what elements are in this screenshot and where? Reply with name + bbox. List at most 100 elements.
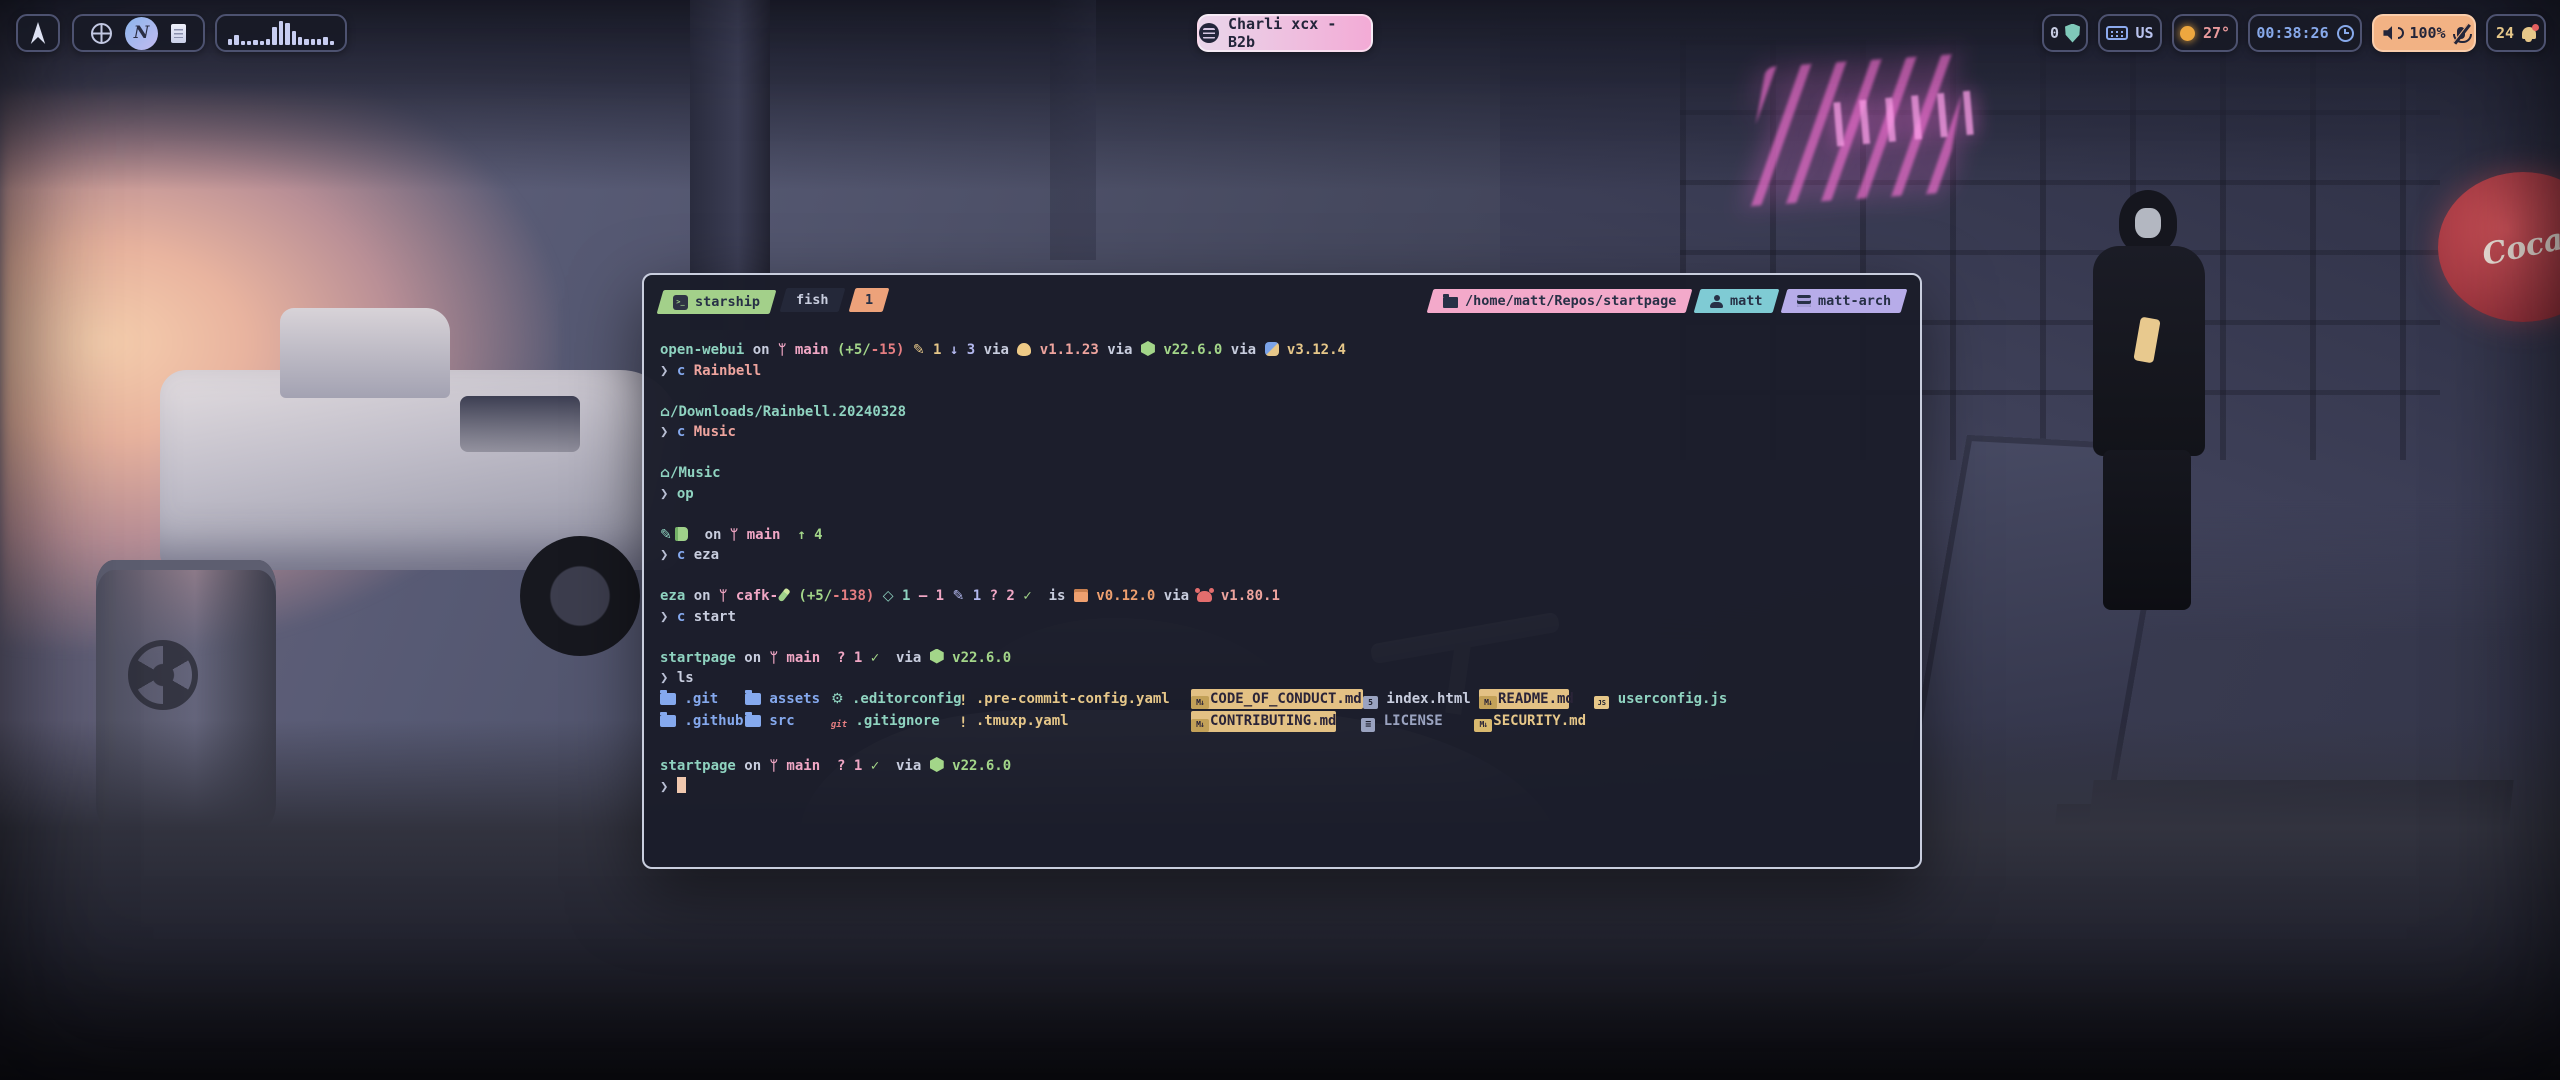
terminal-content[interactable]: open-webui on ᛘ main (+5/-15) ✎ 1 ↓ 3 vi…: [644, 314, 1920, 797]
terminal-line: ⌂/Music: [660, 463, 1904, 484]
terminal-line: [660, 627, 1904, 648]
keyboard-icon: [2106, 26, 2128, 40]
terminal-icon: >_: [673, 295, 688, 310]
spotify-icon: [1199, 23, 1219, 43]
visualizer-bar: [298, 37, 302, 45]
weather-pill[interactable]: 27°: [2172, 14, 2238, 52]
launcher-arrow-icon: [29, 22, 47, 44]
audio-visualizer-pill: [215, 14, 347, 52]
bun-icon: [1017, 343, 1031, 356]
visualizer-bar: [266, 39, 270, 45]
mic-muted-icon: [2457, 27, 2465, 39]
md-icon: M↓: [1191, 696, 1209, 709]
notifications-pill[interactable]: 24: [2486, 14, 2546, 52]
terminal-tab-1[interactable]: 1: [848, 288, 889, 312]
server-icon: [1797, 295, 1811, 307]
branch-icon: ᛘ: [770, 758, 778, 774]
gear-icon: ⚙: [831, 691, 844, 707]
terminal-cursor: [677, 777, 686, 793]
terminal-line: .github srcgit .gitignore! .tmuxp.yamlM↓…: [660, 711, 1904, 736]
notifications-count: 24: [2496, 24, 2514, 42]
status-segment[interactable]: matt: [1694, 289, 1779, 313]
visualizer-bar: [285, 23, 289, 45]
python-icon: [1265, 342, 1279, 356]
status-segment-label: matt-arch: [1818, 293, 1891, 309]
terminal-tab-1-label: 1: [865, 292, 873, 308]
pencil-icon: ✎: [913, 342, 925, 358]
keyboard-layout-pill[interactable]: US: [2098, 14, 2162, 52]
terminal-line: ❯ c Rainbell: [660, 361, 1904, 382]
terminal-line: startpage on ᛘ main ? 1 ✓ via v22.6.0: [660, 648, 1904, 669]
bell-icon: [2522, 27, 2536, 39]
pencil-icon: ✎: [660, 527, 672, 543]
visualizer-bar: [260, 41, 264, 45]
temperature-label: 27°: [2203, 24, 2230, 42]
shield-icon: [2065, 24, 2080, 43]
crate-icon: [1074, 589, 1088, 602]
visualizer-bar: [317, 39, 321, 45]
terminal-line: ❯ c eza: [660, 545, 1904, 566]
folder-icon: [745, 715, 761, 727]
launcher-pill[interactable]: [16, 14, 60, 52]
terminal-line: startpage on ᛘ main ? 1 ✓ via v22.6.0: [660, 756, 1904, 777]
terminal-status-bar: >_starship fish 1 /home/matt/Repos/startpa…: [644, 275, 1920, 314]
html-icon: 5: [1363, 696, 1378, 709]
visualizer-bar: [241, 41, 245, 45]
folder-dark-icon: [1443, 297, 1458, 308]
taskbar-app-n-logo-icon[interactable]: N: [125, 17, 158, 50]
terminal-tab-starship[interactable]: >_starship: [657, 290, 777, 314]
visualizer-bar: [304, 39, 308, 45]
terminal-window[interactable]: >_starship fish 1 /home/matt/Repos/startpa…: [642, 273, 1922, 869]
terminal-line: ❯: [660, 777, 1904, 798]
status-segment[interactable]: /home/matt/Repos/startpage: [1427, 289, 1693, 313]
terminal-line: [660, 566, 1904, 587]
visualizer-bar: [292, 31, 296, 45]
js-icon: JS: [1594, 696, 1609, 709]
taskbar-app-globe-icon[interactable]: [91, 23, 112, 44]
folder-icon: [660, 715, 676, 727]
stash-icon: ◇: [883, 588, 894, 604]
visualizer-bar: [234, 35, 238, 45]
status-segment-label: matt: [1730, 293, 1763, 309]
md-icon: M↓: [1191, 719, 1209, 732]
terminal-line: open-webui on ᛘ main (+5/-15) ✎ 1 ↓ 3 vi…: [660, 340, 1904, 361]
media-player-pill[interactable]: Charli xcx - B2b: [1197, 14, 1373, 52]
terminal-line: [660, 504, 1904, 525]
visualizer-bar: [330, 41, 334, 45]
terminal-tab-fish[interactable]: fish: [780, 288, 845, 312]
volume-pill[interactable]: 100%: [2372, 14, 2476, 52]
terminal-line: .git assets⚙ .editorconfig! .pre-commit-…: [660, 689, 1904, 712]
taskbar-pill[interactable]: N: [72, 14, 205, 52]
terminal-line: eza on ᛘ cafk- (+5/-138) ◇ 1 — 1 ✎ 1 ? 2…: [660, 586, 1904, 607]
license-icon: ≡: [1361, 718, 1375, 732]
visualizer-bar: [247, 41, 251, 45]
md-icon: M↓: [1474, 719, 1492, 732]
home-icon: ⌂: [660, 404, 670, 420]
speaker-wave-icon: [2398, 27, 2404, 39]
terminal-line: ❯ op: [660, 484, 1904, 505]
status-segment[interactable]: matt-arch: [1780, 289, 1907, 313]
folder-icon: [745, 693, 761, 705]
terminal-tab-fish-label: fish: [796, 292, 829, 308]
user-icon: [1710, 295, 1723, 308]
terminal-line: [660, 736, 1904, 757]
terminal-tabs: >_starship fish 1: [660, 288, 896, 314]
volume-level: 100%: [2409, 24, 2445, 42]
taskbar-app-document-icon[interactable]: [171, 24, 186, 43]
sun-icon: [2180, 26, 2195, 41]
visualizer-bar: [272, 27, 276, 45]
terminal-line: [660, 381, 1904, 402]
terminal-status-segments: /home/matt/Repos/startpage matt matt-arch: [1430, 289, 1904, 313]
visualizer-bar: [228, 39, 232, 45]
terminal-line: ❯ c start: [660, 607, 1904, 628]
node-icon: [1141, 341, 1155, 356]
testtube-icon: [777, 588, 790, 603]
now-playing-title: Charli xcx - B2b: [1228, 15, 1371, 51]
updates-pill[interactable]: 0: [2042, 14, 2088, 52]
home-icon: ⌂: [660, 465, 670, 481]
visualizer-bar: [253, 40, 257, 45]
terminal-line: ✎ on ᛘ main ↑ 4: [660, 525, 1904, 546]
status-segment-label: /home/matt/Repos/startpage: [1465, 293, 1676, 309]
clock-pill[interactable]: 00:38:26: [2248, 14, 2362, 52]
node-icon: [930, 757, 944, 772]
